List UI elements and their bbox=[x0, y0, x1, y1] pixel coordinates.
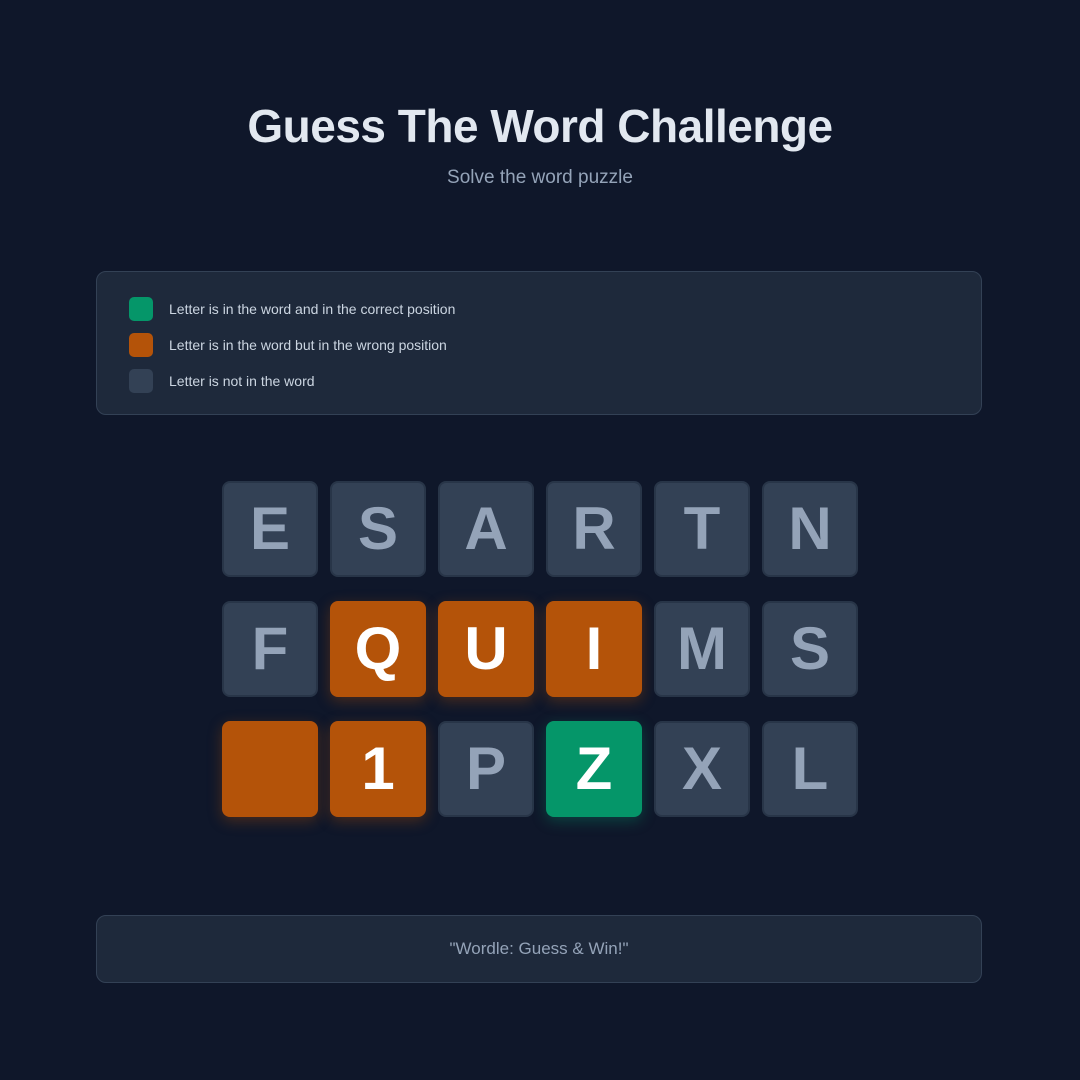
tile-r3-c5: X bbox=[654, 721, 750, 817]
tile-r3-c6: L bbox=[762, 721, 858, 817]
tile-r2-c4: I bbox=[546, 601, 642, 697]
legend-panel: Letter is in the word and in the correct… bbox=[96, 271, 982, 415]
tile-r2-c3: U bbox=[438, 601, 534, 697]
tile-r1-c5: T bbox=[654, 481, 750, 577]
game-board: E S A R T N F Q U I M S 1 P Z X L bbox=[222, 481, 858, 817]
footer-banner: "Wordle: Guess & Win!" bbox=[96, 915, 982, 983]
tile-r1-c4: R bbox=[546, 481, 642, 577]
legend-swatch-correct bbox=[129, 297, 153, 321]
tile-r2-c5: M bbox=[654, 601, 750, 697]
tile-r3-c4: Z bbox=[546, 721, 642, 817]
tile-r3-c3: P bbox=[438, 721, 534, 817]
tile-r3-c1 bbox=[222, 721, 318, 817]
tile-r1-c3: A bbox=[438, 481, 534, 577]
tile-r1-c2: S bbox=[330, 481, 426, 577]
tile-r2-c6: S bbox=[762, 601, 858, 697]
footer-text: "Wordle: Guess & Win!" bbox=[449, 939, 629, 958]
legend-item-correct: Letter is in the word and in the correct… bbox=[129, 297, 455, 321]
tile-r1-c6: N bbox=[762, 481, 858, 577]
legend-item-present: Letter is in the word but in the wrong p… bbox=[129, 333, 447, 357]
tile-r2-c2: Q bbox=[330, 601, 426, 697]
tile-r1-c1: E bbox=[222, 481, 318, 577]
legend-text-present: Letter is in the word but in the wrong p… bbox=[169, 337, 447, 353]
legend-text-absent: Letter is not in the word bbox=[169, 373, 315, 389]
legend-swatch-present bbox=[129, 333, 153, 357]
page-subtitle: Solve the word puzzle bbox=[447, 167, 633, 188]
page-title: Guess The Word Challenge bbox=[247, 100, 833, 152]
legend-item-absent: Letter is not in the word bbox=[129, 369, 315, 393]
legend-text-correct: Letter is in the word and in the correct… bbox=[169, 301, 456, 317]
tile-r2-c1: F bbox=[222, 601, 318, 697]
tile-r3-c2: 1 bbox=[330, 721, 426, 817]
legend-swatch-absent bbox=[129, 369, 153, 393]
